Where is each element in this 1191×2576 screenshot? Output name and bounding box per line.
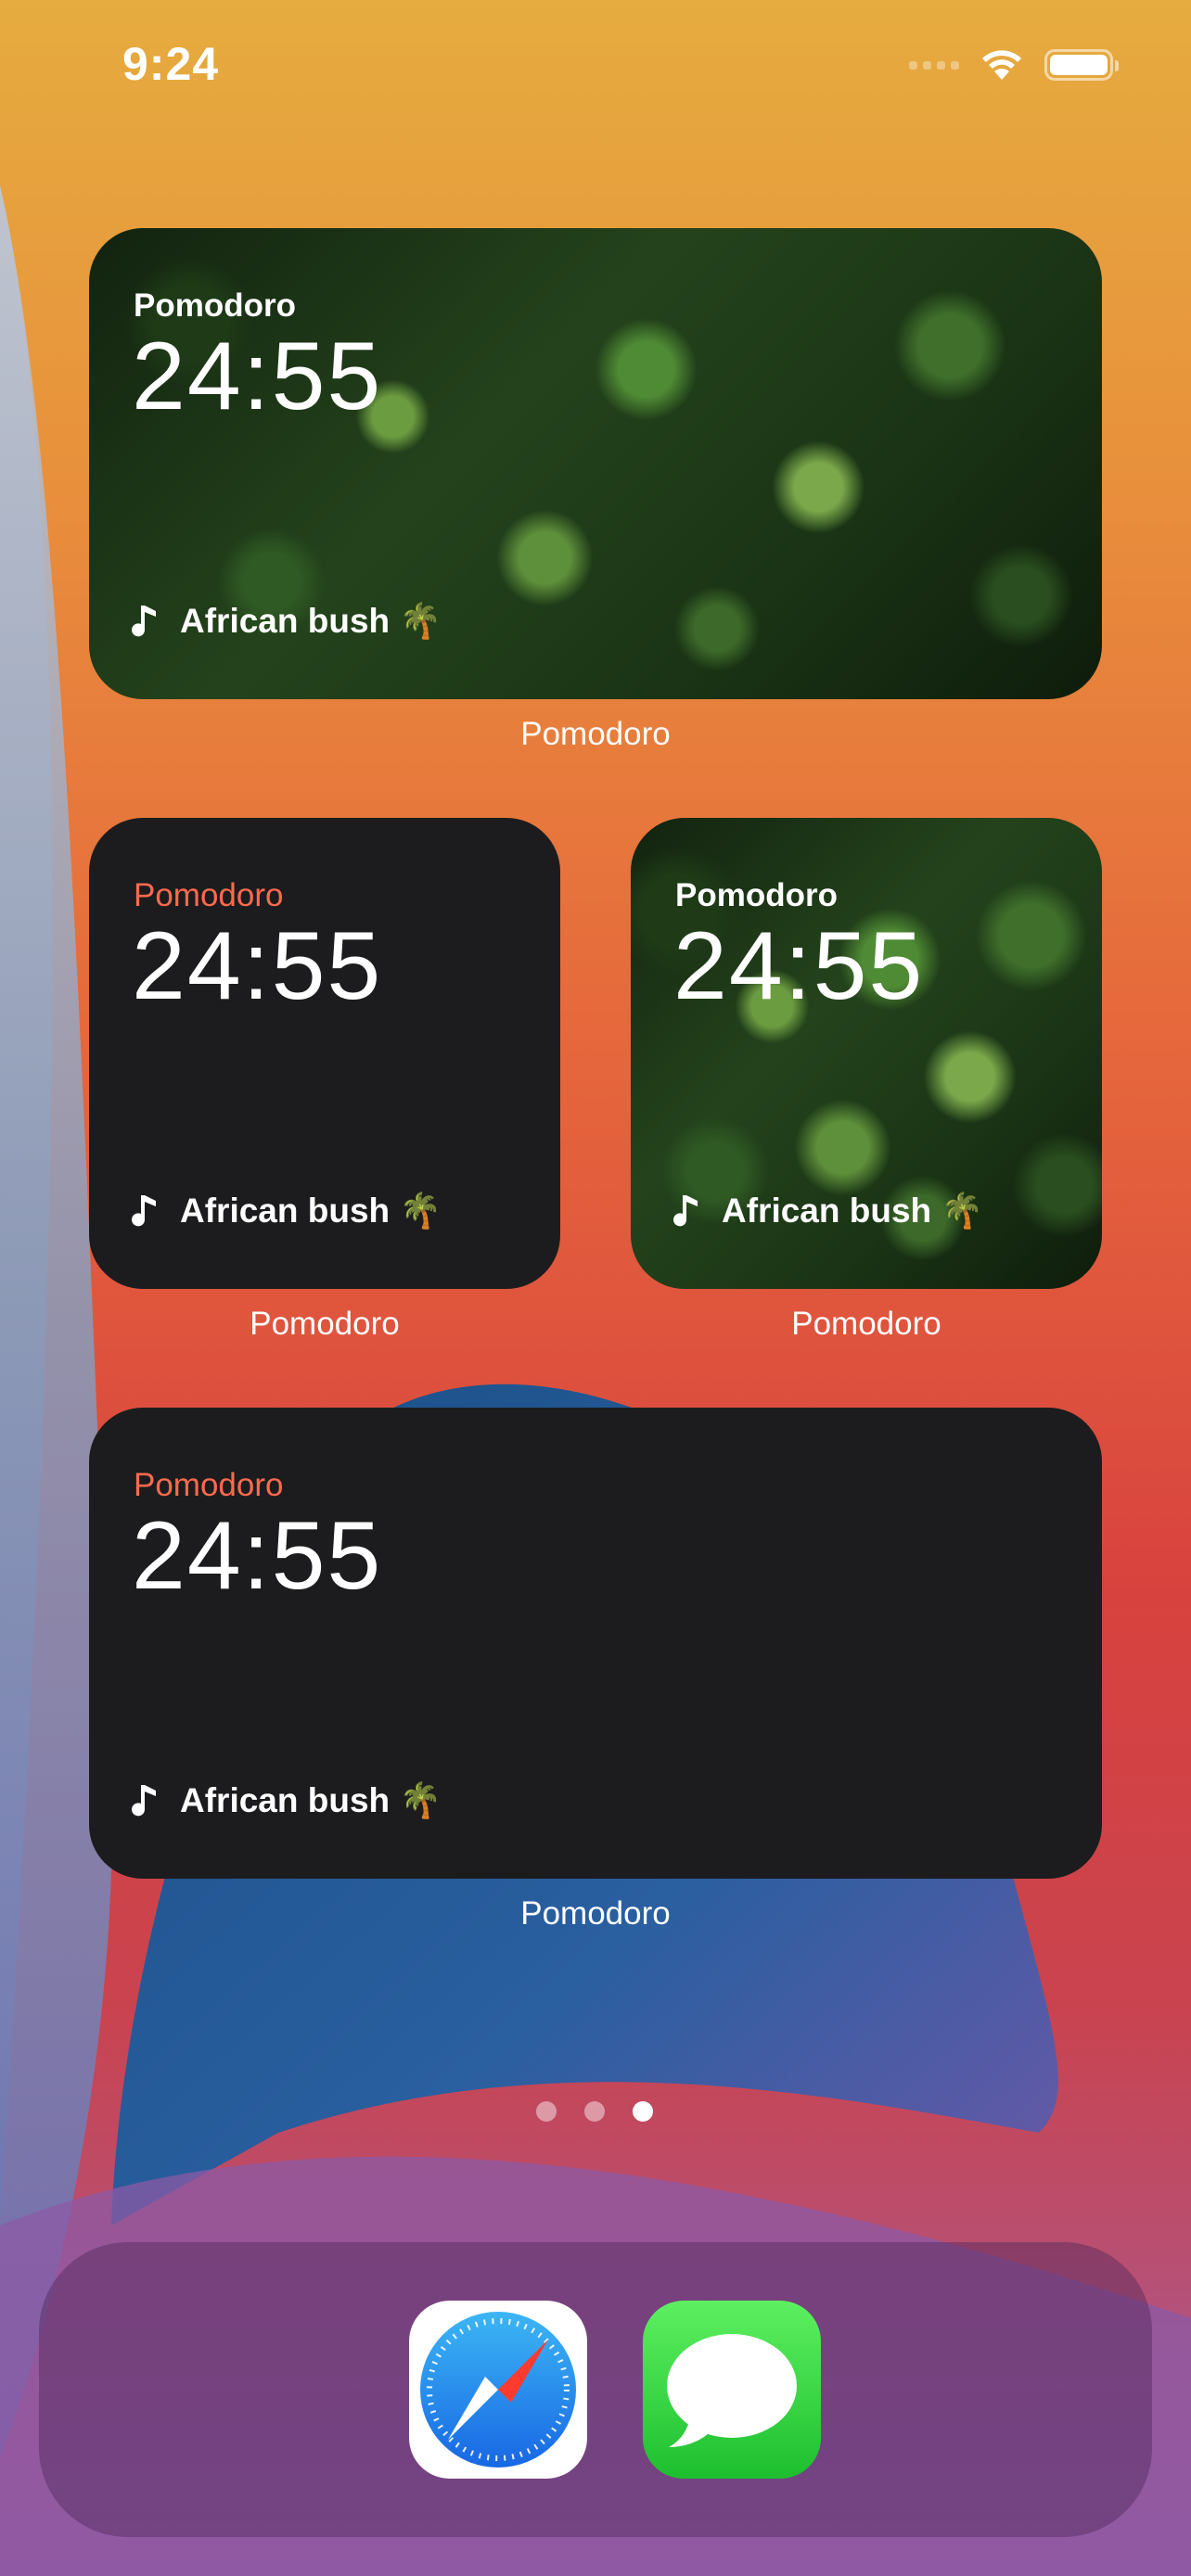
pomodoro-widget-medium-image[interactable]: Pomodoro 24:55 African bush 🌴 bbox=[89, 228, 1102, 699]
status-time: 9:24 bbox=[122, 38, 220, 90]
widget-title: Pomodoro bbox=[134, 287, 296, 324]
wifi-icon bbox=[982, 50, 1021, 80]
widget-label: Pomodoro bbox=[250, 1306, 400, 1342]
widget-title: Pomodoro bbox=[675, 877, 838, 913]
widget-title: Pomodoro bbox=[134, 877, 284, 913]
status-indicators bbox=[909, 48, 1119, 82]
sound-name: African bush 🌴 bbox=[722, 1192, 984, 1230]
page-indicator[interactable] bbox=[536, 2101, 653, 2122]
timer-display: 24:55 bbox=[132, 1502, 383, 1610]
dock bbox=[39, 2242, 1152, 2537]
widget-title: Pomodoro bbox=[134, 1467, 284, 1503]
pomodoro-widget-medium-dark[interactable]: Pomodoro 24:55 African bush 🌴 bbox=[89, 1408, 1102, 1879]
pomodoro-widget-small-dark[interactable]: Pomodoro 24:55 African bush 🌴 bbox=[89, 818, 560, 1289]
safari-compass-icon bbox=[420, 2312, 576, 2468]
messages-bubble-icon bbox=[667, 2334, 797, 2447]
widget-label: Pomodoro bbox=[520, 716, 671, 752]
music-note-icon bbox=[673, 1194, 698, 1226]
sound-row: African bush 🌴 bbox=[132, 1192, 442, 1231]
page-dot-active[interactable] bbox=[633, 2101, 653, 2122]
timer-display: 24:55 bbox=[132, 323, 383, 430]
page-dot[interactable] bbox=[584, 2101, 605, 2122]
music-note-icon bbox=[132, 1194, 156, 1226]
sound-name: African bush 🌴 bbox=[180, 1192, 442, 1230]
widget-label: Pomodoro bbox=[520, 1895, 671, 1932]
sound-row: African bush 🌴 bbox=[673, 1192, 984, 1231]
sound-name: African bush 🌴 bbox=[180, 602, 442, 640]
safari-app-icon[interactable] bbox=[409, 2301, 587, 2479]
messages-app-icon[interactable] bbox=[643, 2301, 821, 2479]
music-note-icon bbox=[132, 1784, 156, 1816]
sound-name: African bush 🌴 bbox=[180, 1781, 442, 1819]
timer-display: 24:55 bbox=[132, 912, 383, 1020]
pomodoro-widget-small-image[interactable]: Pomodoro 24:55 African bush 🌴 bbox=[631, 818, 1102, 1289]
timer-display: 24:55 bbox=[673, 912, 925, 1020]
cellular-signal-icon bbox=[909, 60, 959, 70]
battery-icon bbox=[1044, 49, 1119, 81]
music-note-icon bbox=[132, 605, 156, 636]
widget-label: Pomodoro bbox=[791, 1306, 941, 1342]
page-dot[interactable] bbox=[536, 2101, 557, 2122]
sound-row: African bush 🌴 bbox=[132, 602, 442, 642]
sound-row: African bush 🌴 bbox=[132, 1781, 442, 1821]
